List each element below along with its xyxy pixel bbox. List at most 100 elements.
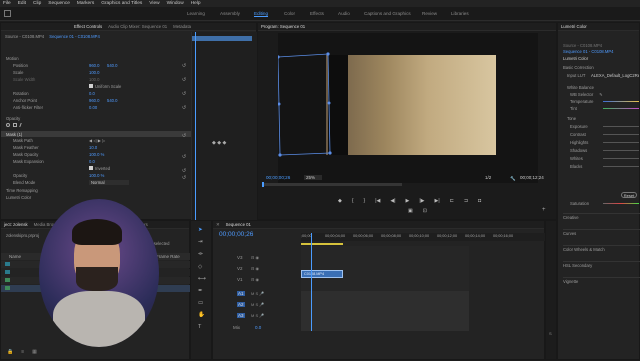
program-scrub-bar[interactable] bbox=[262, 182, 402, 187]
opacity-header[interactable]: Opacity bbox=[6, 116, 20, 121]
menu-markers[interactable]: Markers bbox=[77, 1, 94, 6]
col-frame-rate[interactable]: Frame Rate bbox=[156, 254, 180, 259]
rectangle-tool-icon[interactable]: ▭ bbox=[198, 300, 206, 306]
position-y-value[interactable]: 540.0 bbox=[107, 63, 117, 68]
track-controls[interactable]: ⊟ ◉ bbox=[251, 277, 259, 282]
mask-track-controls[interactable]: ◀ ◁ ▶ ▷ bbox=[89, 138, 105, 143]
solo-icon[interactable]: S bbox=[549, 331, 552, 336]
anchor-x-value[interactable]: 960.0 bbox=[89, 98, 99, 103]
reset-icon[interactable]: ↺ bbox=[182, 168, 186, 174]
track-v2[interactable]: V2 bbox=[237, 266, 243, 271]
lift-icon[interactable]: ⊏ bbox=[450, 198, 454, 204]
home-icon[interactable] bbox=[4, 10, 11, 17]
menu-view[interactable]: View bbox=[149, 1, 159, 6]
reset-icon[interactable]: ↺ bbox=[182, 105, 186, 111]
reset-button[interactable]: Reset bbox=[621, 192, 637, 198]
hand-tool-icon[interactable]: ✋ bbox=[198, 312, 206, 318]
timeline-ruler[interactable]: ;00;00 00;00;04;00 00;00;06;00 00;00;08;… bbox=[301, 233, 546, 241]
lumetri-tab[interactable]: Lumetri Color bbox=[561, 24, 587, 29]
track-a1[interactable]: A1 bbox=[237, 291, 245, 296]
track-controls[interactable]: ⊟ ◉ bbox=[251, 266, 259, 271]
workspace-captions[interactable]: Captions and Graphics bbox=[364, 11, 411, 16]
lock-icon[interactable]: 🔒 bbox=[7, 349, 13, 361]
export-frame-icon[interactable]: ◘ bbox=[478, 198, 481, 204]
whites-slider[interactable] bbox=[603, 158, 639, 159]
rotation-value[interactable]: 0.0 bbox=[89, 91, 95, 96]
pen-mask-icon[interactable] bbox=[19, 123, 25, 127]
exposure-slider[interactable] bbox=[603, 126, 639, 127]
motion-header[interactable]: Motion bbox=[6, 56, 19, 61]
mask-outline[interactable] bbox=[278, 33, 538, 183]
menu-help[interactable]: Help bbox=[191, 1, 201, 6]
selection-tool-icon[interactable]: ➤ bbox=[198, 227, 206, 233]
flicker-value[interactable]: 0.00 bbox=[89, 105, 97, 110]
tab-effect-controls[interactable]: Effect Controls bbox=[74, 24, 102, 29]
list-view-icon[interactable]: ≡ bbox=[21, 349, 24, 361]
sequence-clip-label[interactable]: Sequence 01 - C0108.MP4 bbox=[49, 34, 100, 39]
tab-metadata[interactable]: Metadata bbox=[173, 24, 191, 29]
video-clip[interactable]: C0108.MP4 bbox=[301, 270, 343, 278]
col-name[interactable]: Name bbox=[9, 254, 21, 259]
anchor-y-value[interactable]: 540.0 bbox=[107, 98, 117, 103]
menu-file[interactable]: File bbox=[3, 1, 11, 6]
ellipse-mask-icon[interactable] bbox=[6, 123, 10, 127]
creative-header[interactable]: Creative bbox=[563, 215, 579, 220]
track-v1[interactable]: V1 bbox=[237, 277, 243, 282]
workspace-assembly[interactable]: Assembly bbox=[220, 11, 240, 16]
track-v3[interactable]: V3 bbox=[237, 255, 243, 260]
workspace-effects[interactable]: Effects bbox=[310, 11, 324, 16]
step-back-icon[interactable]: ◀| bbox=[390, 198, 395, 204]
blacks-slider[interactable] bbox=[603, 166, 639, 167]
tab-project[interactable]: ject: zolensk bbox=[4, 222, 28, 227]
workspace-learning[interactable]: Learning bbox=[187, 11, 205, 16]
workspace-review[interactable]: Review bbox=[422, 11, 437, 16]
zoom-select[interactable]: 25% bbox=[304, 175, 322, 180]
effect-timeline[interactable]: ◆ ◆ ◆ bbox=[191, 32, 257, 221]
temperature-slider[interactable] bbox=[603, 101, 639, 102]
reset-icon[interactable]: ↺ bbox=[182, 154, 186, 160]
track-a3[interactable]: A3 bbox=[237, 313, 245, 318]
resolution-select[interactable]: 1/2 bbox=[485, 175, 491, 180]
program-title[interactable]: Program: Sequence 01 bbox=[261, 24, 305, 29]
rectangle-mask-icon[interactable] bbox=[13, 123, 17, 127]
position-x-value[interactable]: 960.0 bbox=[89, 63, 99, 68]
settings-wrench-icon[interactable]: 🔧 bbox=[510, 176, 516, 182]
add-button-icon[interactable]: + bbox=[542, 207, 546, 213]
contrast-slider[interactable] bbox=[603, 134, 639, 135]
marker-icon[interactable]: ◆ bbox=[338, 198, 342, 204]
track-controls[interactable]: M S 🎤 bbox=[251, 302, 264, 307]
reset-icon[interactable]: ↺ bbox=[182, 133, 186, 139]
track-controls[interactable]: M S 🎤 bbox=[251, 313, 264, 318]
menu-sequence[interactable]: Sequence bbox=[48, 1, 70, 6]
scale-value[interactable]: 100.0 bbox=[89, 70, 99, 75]
slip-tool-icon[interactable]: ⟷ bbox=[198, 276, 206, 282]
mark-out-icon[interactable]: } bbox=[364, 198, 366, 204]
workspace-editing[interactable]: Editing bbox=[254, 11, 269, 17]
track-select-icon[interactable]: ⇥ bbox=[198, 239, 206, 245]
reset-icon[interactable]: ↺ bbox=[182, 91, 186, 97]
mask-row[interactable]: Mask (1) bbox=[1, 131, 191, 137]
eyedropper-icon[interactable]: ✎ bbox=[599, 92, 603, 97]
hsl-header[interactable]: HSL Secondary bbox=[563, 263, 592, 268]
program-timecode[interactable]: 00;00;00;26 bbox=[266, 175, 290, 180]
lumetri-seq[interactable]: Sequence 01 - C0108.MP4 bbox=[563, 49, 614, 54]
reset-icon[interactable]: ↺ bbox=[182, 77, 186, 83]
tab-audio-mixer[interactable]: Audio Clip Mixer: Sequence 01 bbox=[108, 24, 167, 29]
menu-clip[interactable]: Clip bbox=[33, 1, 41, 6]
menu-edit[interactable]: Edit bbox=[18, 1, 26, 6]
play-icon[interactable]: ▶ bbox=[406, 198, 410, 204]
opacity-value[interactable]: 100.0 % bbox=[89, 173, 104, 178]
color-wheels-header[interactable]: Color Wheels & Match bbox=[563, 247, 605, 252]
shadows-slider[interactable] bbox=[603, 150, 639, 151]
timeline-timecode[interactable]: 00;00;00;26 bbox=[219, 231, 253, 238]
work-area-bar[interactable] bbox=[301, 243, 343, 245]
basic-correction-header[interactable]: Basic Correction bbox=[563, 65, 594, 70]
mark-in-icon[interactable]: { bbox=[352, 198, 354, 204]
workspace-libraries[interactable]: Libraries bbox=[451, 11, 469, 16]
timeline-tab[interactable]: Sequence 01 bbox=[226, 222, 251, 227]
vignette-header[interactable]: Vignette bbox=[563, 279, 578, 284]
track-controls[interactable]: M S 🎤 bbox=[251, 291, 264, 296]
blend-mode-select[interactable]: Normal bbox=[89, 180, 129, 185]
tone-header[interactable]: Tone bbox=[567, 116, 576, 121]
go-out-icon[interactable]: ▶| bbox=[435, 198, 440, 204]
